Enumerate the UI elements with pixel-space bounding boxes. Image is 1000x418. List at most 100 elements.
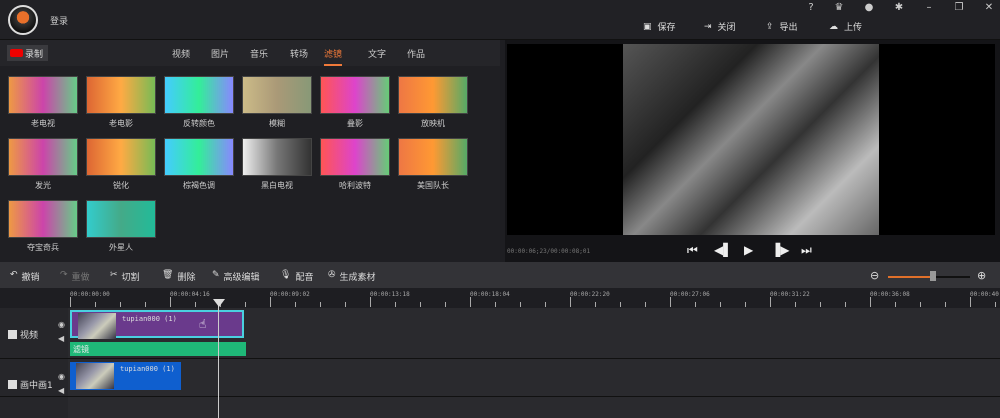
pencil-icon: ✎: [212, 270, 220, 280]
ruler-tick: [720, 302, 721, 307]
filter-item[interactable]: 美国队长: [398, 138, 468, 191]
filter-thumbnail: [164, 76, 234, 114]
restore-icon[interactable]: ❐: [949, 2, 969, 13]
tab-filter[interactable]: 滤镜: [324, 47, 343, 66]
eye-icon[interactable]: ◉: [58, 320, 65, 329]
undo-icon: ↶: [10, 270, 18, 280]
skip-start-button[interactable]: ⏮: [687, 243, 698, 258]
filter-thumbnail: [320, 138, 390, 176]
filter-item[interactable]: 老电视: [8, 76, 78, 129]
filter-clip[interactable]: 滤镜: [70, 342, 246, 356]
video-frame: [623, 44, 879, 235]
tab-text[interactable]: 文字: [368, 47, 386, 60]
filter-item[interactable]: 黑白电视: [242, 138, 312, 191]
ruler-tick: [245, 302, 246, 307]
ruler-tick: [145, 302, 146, 307]
undo-button[interactable]: ↶ 撤销: [10, 270, 40, 283]
skip-end-button[interactable]: ⏭: [801, 243, 812, 258]
avatar[interactable]: [8, 5, 38, 35]
settings-icon[interactable]: ✱: [889, 2, 909, 13]
filter-item[interactable]: 叠影: [320, 76, 390, 129]
film-reel-button[interactable]: ✇ 生成素材: [328, 270, 376, 283]
filter-thumbnail: [8, 76, 78, 114]
trash-button[interactable]: 🗑 删除: [162, 270, 195, 283]
eye-icon[interactable]: ◉: [58, 372, 65, 381]
track-divider: [0, 358, 1000, 359]
track-divider: [0, 396, 1000, 397]
close-project-button[interactable]: ⇥ 关闭: [704, 20, 736, 34]
filter-item[interactable]: 外星人: [86, 200, 156, 253]
zoom-in-icon[interactable]: ⊕: [977, 269, 986, 282]
filter-item[interactable]: 棕褐色调: [164, 138, 234, 191]
filter-thumbnail: [242, 138, 312, 176]
scissors-button[interactable]: ✂ 切割: [110, 270, 140, 283]
filter-item[interactable]: 反转颜色: [164, 76, 234, 129]
filter-thumbnail: [398, 138, 468, 176]
upload-button[interactable]: ☁ 上传: [829, 20, 862, 34]
filter-thumbnail: [86, 200, 156, 238]
help-icon[interactable]: ?: [801, 2, 821, 13]
tab-music[interactable]: 音乐: [250, 47, 268, 60]
ruler-tick: [270, 297, 271, 307]
track-label-pip: 画中画1: [8, 378, 53, 391]
tab-video[interactable]: 视频: [172, 47, 190, 60]
ruler-tick: [770, 297, 771, 307]
tab-transition[interactable]: 转场: [290, 47, 308, 60]
playhead-handle[interactable]: [213, 299, 225, 307]
pip-clip[interactable]: tupian000 (1): [70, 362, 181, 390]
filter-thumbnail: [86, 138, 156, 176]
filter-item[interactable]: 老电影: [86, 76, 156, 129]
ruler-tick: [420, 302, 421, 307]
volume-icon[interactable]: ◀: [58, 386, 64, 395]
close-icon[interactable]: ✕: [979, 2, 999, 13]
tab-image[interactable]: 图片: [211, 47, 229, 60]
play-button[interactable]: ▶: [744, 243, 753, 257]
record-button[interactable]: 录制: [7, 45, 48, 61]
zoom-out-icon[interactable]: ⊖: [870, 269, 879, 282]
ruler-tick: [695, 302, 696, 307]
ruler-tick: [645, 302, 646, 307]
login-link[interactable]: 登录: [50, 14, 68, 27]
filter-item[interactable]: 放映机: [398, 76, 468, 129]
save-icon: ▣: [643, 21, 652, 32]
filter-item[interactable]: 发光: [8, 138, 78, 191]
ruler-tick: [495, 302, 496, 307]
pip-icon: [8, 380, 17, 389]
redo-icon: ↷: [60, 270, 68, 280]
zoom-slider-handle[interactable]: [930, 271, 937, 281]
vip-crown-icon[interactable]: ♛: [829, 2, 849, 13]
ruler-label: 00:00:09:02: [270, 291, 310, 298]
minimize-icon[interactable]: –: [919, 2, 939, 13]
ruler-label: 00:00:18:04: [470, 291, 510, 298]
redo-button[interactable]: ↷ 重做: [60, 270, 90, 283]
ruler-tick: [520, 302, 521, 307]
next-frame-button[interactable]: ▐▶: [771, 243, 789, 257]
filter-item[interactable]: 哈利波特: [320, 138, 390, 191]
filter-item[interactable]: 模糊: [242, 76, 312, 129]
ruler-tick: [445, 302, 446, 307]
tab-works[interactable]: 作品: [407, 47, 425, 60]
ruler-tick: [295, 302, 296, 307]
filter-item[interactable]: 锐化: [86, 138, 156, 191]
mute-icon[interactable]: ◀: [58, 334, 64, 343]
filter-thumbnail: [398, 76, 468, 114]
ruler-tick: [395, 302, 396, 307]
notification-icon[interactable]: ●: [859, 2, 879, 13]
ruler-tick: [970, 297, 971, 307]
edit-toolbar: [0, 262, 1000, 288]
ruler-label: 00:00:00:00: [70, 291, 110, 298]
filter-item[interactable]: 夺宝奇兵: [8, 200, 78, 253]
ruler-tick: [995, 302, 996, 307]
pencil-button[interactable]: ✎ 高级编辑: [212, 270, 260, 283]
ruler-tick: [370, 297, 371, 307]
ruler-tick: [870, 297, 871, 307]
prev-frame-button[interactable]: ◀▌: [714, 243, 732, 257]
film-reel-icon: ✇: [328, 270, 336, 280]
playback-time: 00:00:06;23/00:00:08;01: [507, 248, 591, 255]
save-button[interactable]: ▣ 保存: [643, 20, 676, 34]
ruler-label: 00:00:27:06: [670, 291, 710, 298]
microphone-button[interactable]: 🎙 配音: [280, 270, 313, 283]
filter-thumbnail: [8, 138, 78, 176]
playhead[interactable]: [218, 300, 219, 418]
export-button[interactable]: ⇪ 导出: [766, 20, 798, 34]
